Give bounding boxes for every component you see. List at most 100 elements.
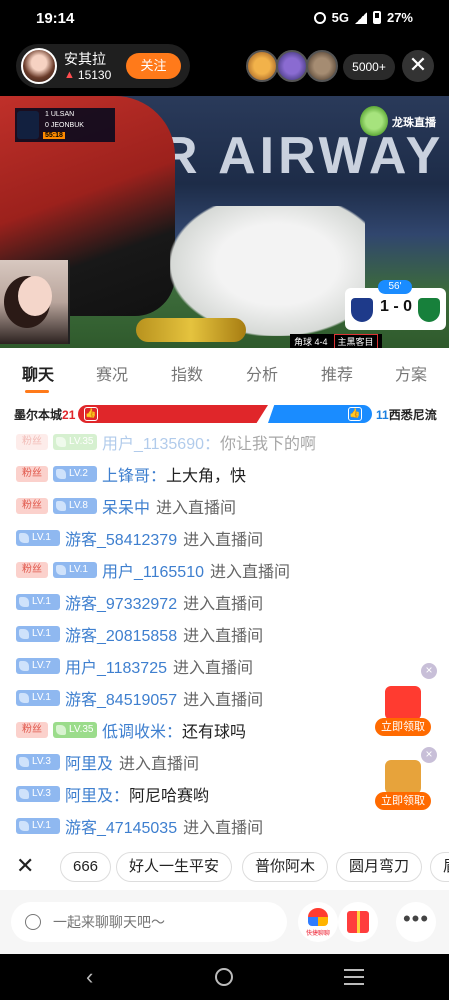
camera-label: 主黑客目	[333, 333, 378, 348]
viewer-avatar[interactable]	[276, 50, 308, 82]
level-badge: LV.8	[53, 498, 97, 514]
fan-badge: 粉丝	[16, 562, 48, 578]
chat-message: LV.3 阿里及： 阿尼哈赛哟	[16, 780, 209, 808]
chat-input[interactable]	[11, 902, 287, 942]
chat-username[interactable]: 阿里及：	[65, 782, 129, 806]
quick-phrase-chip[interactable]: 眉	[430, 852, 449, 882]
chat-username[interactable]: 呆呆中	[102, 494, 150, 518]
chat-username[interactable]: 低调收米：	[102, 718, 182, 742]
home-team-badge-icon	[351, 298, 373, 322]
host-face	[18, 276, 52, 316]
thumbs-up-icon[interactable]: 👍	[84, 407, 98, 421]
score-widget[interactable]: 56' 1 - 0	[345, 280, 446, 330]
scoreboard-home: 1 ULSAN	[45, 111, 75, 118]
chat-action: 进入直播间	[183, 692, 264, 709]
viewer-avatar[interactable]	[246, 50, 278, 82]
chat-message: LV.1 游客_47145035 进入直播间	[16, 812, 263, 840]
player-white	[170, 206, 365, 336]
chat-list[interactable]: 粉丝 LV.35 用户_1135690： 你让我下的啊 粉丝 LV.2 上锋哥：…	[0, 432, 449, 844]
level-badge: LV.1	[53, 562, 97, 578]
team-support-bar: 墨尔本城21 👍 👍 11西悉尼流	[0, 396, 449, 432]
red-packet-promo[interactable]: 立即领取	[375, 686, 431, 736]
quick-phrase-chip[interactable]: 圆月弯刀	[336, 852, 423, 882]
close-icon[interactable]: ✕	[402, 50, 434, 82]
tab-bar: 聊天 赛况 指数 分析 推荐 方案	[0, 348, 449, 396]
back-icon[interactable]: ‹	[86, 964, 93, 990]
chat-username[interactable]: 游客_47145035	[65, 814, 177, 838]
quick-chat-icon	[308, 908, 328, 926]
chat-message: 粉丝 LV.2 上锋哥： 上大角，快	[16, 460, 246, 488]
away-support-bar[interactable]: 👍	[268, 405, 372, 423]
tab-match[interactable]: 赛况	[96, 361, 128, 385]
home-icon[interactable]	[215, 968, 233, 986]
chat-username[interactable]: 上锋哥：	[102, 462, 166, 486]
quick-phrases: ✕ 666 好人一生平安 普你阿木 圆月弯刀 眉	[0, 846, 449, 886]
treasure-promo[interactable]: 立即领取	[375, 760, 431, 810]
thumbs-up-icon[interactable]: 👍	[348, 407, 362, 421]
quick-phrase-chip[interactable]: 普你阿木	[242, 852, 329, 882]
away-support-label: 11西悉尼流	[376, 408, 437, 422]
home-support-bar[interactable]: 👍	[78, 405, 268, 423]
network-label: 5G	[331, 10, 349, 25]
claim-button[interactable]: 立即领取	[375, 718, 431, 736]
scoreboard-clock: 55:18	[43, 132, 65, 139]
quick-phrase-chip[interactable]: 好人一生平安	[116, 852, 233, 882]
level-badge: LV.3	[16, 786, 60, 802]
viewer-avatar[interactable]	[306, 50, 338, 82]
chat-username[interactable]: 游客_58412379	[65, 526, 177, 550]
chat-username[interactable]: 用户_1183725	[65, 654, 167, 678]
chat-username[interactable]: 用户_1135690：	[102, 432, 220, 454]
corner-stat: 角球 4-4	[294, 336, 328, 347]
boot	[136, 318, 246, 342]
chat-message: 粉丝 LV.35 用户_1135690： 你让我下的啊	[16, 432, 316, 456]
emoji-icon[interactable]	[25, 914, 41, 930]
level-badge: LV.35	[53, 434, 97, 450]
chat-username[interactable]: 用户_1165510	[102, 558, 204, 582]
tab-recommend[interactable]: 推荐	[321, 361, 353, 385]
close-promo-icon[interactable]: ×	[421, 663, 437, 679]
chat-message: LV.1 游客_97332972 进入直播间	[16, 588, 263, 616]
live-video[interactable]: R AIRWAY 1 ULSAN 0 JEONBUK 55:18 龙珠直播 56…	[0, 96, 449, 348]
status-indicators: 5G 27%	[313, 10, 413, 25]
chat-action: 进入直播间	[183, 628, 264, 645]
tab-odds[interactable]: 指数	[171, 361, 203, 385]
chat-action: 进入直播间	[183, 820, 264, 837]
status-time: 19:14	[36, 10, 75, 27]
recent-apps-icon[interactable]	[344, 969, 364, 985]
level-badge: LV.2	[53, 466, 97, 482]
chat-action: 进入直播间	[210, 564, 291, 581]
quick-chat-label: 快捷聊聊	[305, 931, 330, 937]
viewer-count[interactable]: 5000+	[343, 54, 395, 80]
signal-icon	[354, 11, 367, 24]
more-button[interactable]: •••	[396, 902, 436, 942]
host-avatar[interactable]	[21, 48, 57, 84]
battery-icon	[372, 11, 381, 24]
fan-badge: 粉丝	[16, 434, 48, 450]
chat-username[interactable]: 游客_20815858	[65, 622, 177, 646]
tab-plans[interactable]: 方案	[395, 361, 427, 385]
fan-badge: 粉丝	[16, 722, 48, 738]
chat-username[interactable]: 游客_97332972	[65, 590, 177, 614]
tab-chat[interactable]: 聊天	[22, 361, 54, 385]
chat-message: LV.1 游客_84519057 进入直播间	[16, 684, 263, 712]
treasure-chest-icon	[385, 760, 421, 794]
level-badge: LV.1	[16, 818, 60, 834]
quick-phrase-chip[interactable]: 666	[60, 852, 112, 882]
more-icon: •••	[402, 906, 430, 931]
tab-analysis[interactable]: 分析	[246, 361, 278, 385]
follow-button[interactable]: 关注	[126, 53, 181, 79]
host-camera-pip[interactable]	[0, 260, 70, 344]
tab-indicator	[25, 390, 49, 393]
chat-action: 进入直播间	[183, 532, 264, 549]
host-info[interactable]: 安其拉 ▲ 15130 关注	[16, 44, 190, 88]
quick-chat-button[interactable]: 快捷聊聊	[298, 902, 338, 942]
chat-message: 粉丝 LV.35 低调收米： 还有球吗	[16, 716, 246, 744]
chat-text: 还有球吗	[182, 724, 247, 741]
chat-username[interactable]: 游客_84519057	[65, 686, 177, 710]
close-icon[interactable]: ✕	[16, 852, 34, 880]
level-badge: LV.1	[16, 594, 60, 610]
chat-username[interactable]: 阿里及	[65, 750, 113, 774]
claim-button[interactable]: 立即领取	[375, 792, 431, 810]
host-heat: ▲ 15130	[64, 68, 111, 82]
gift-button[interactable]	[338, 902, 378, 942]
